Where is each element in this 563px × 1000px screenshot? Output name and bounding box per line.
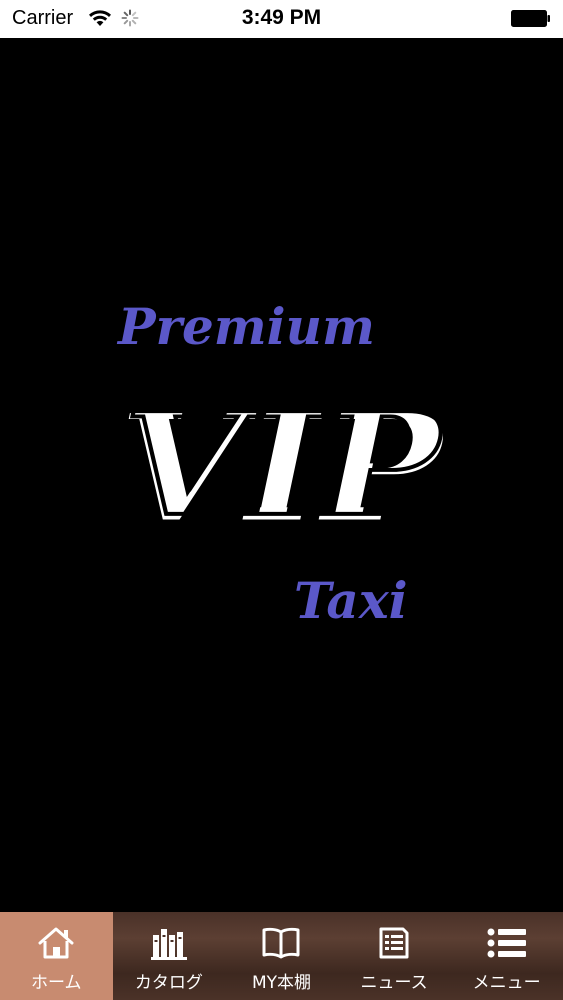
battery-icon <box>511 10 550 27</box>
status-bar: Carrier 3:49 PM <box>0 0 563 38</box>
tab-home[interactable]: ホーム <box>0 912 113 1000</box>
tab-my-bookshelf[interactable]: MY本棚 <box>225 912 338 1000</box>
tab-news[interactable]: ニュース <box>338 912 451 1000</box>
tab-menu-label: メニュー <box>472 973 541 993</box>
app-screen: Carrier 3:49 PM Premium VIP VIP Taxi ホーム… <box>0 0 563 1000</box>
status-time: 3:49 PM <box>241 6 322 29</box>
tab-home-label: ホーム <box>31 973 82 993</box>
tab-catalog[interactable]: カタログ <box>113 912 226 1000</box>
logo-vip-inline: VIP <box>124 383 443 543</box>
open-book-icon <box>261 924 301 962</box>
news-icon <box>374 924 414 962</box>
books-icon <box>149 924 189 962</box>
logo-taxi-text: Taxi <box>294 571 408 630</box>
logo-premium-text: Premium <box>118 297 375 356</box>
tab-catalog-label: カタログ <box>134 973 203 993</box>
tab-bar: ホーム カタログ MY本棚 ニュース メニュー <box>0 912 563 1000</box>
tab-menu[interactable]: メニュー <box>450 912 563 1000</box>
tab-news-label: ニュース <box>360 973 428 993</box>
tab-my-bookshelf-label: MY本棚 <box>251 973 312 993</box>
splash-screen: Premium VIP VIP Taxi <box>0 38 563 912</box>
home-icon <box>36 924 76 962</box>
logo-vip-text: VIP VIP <box>118 383 449 543</box>
menu-list-icon <box>487 924 527 962</box>
